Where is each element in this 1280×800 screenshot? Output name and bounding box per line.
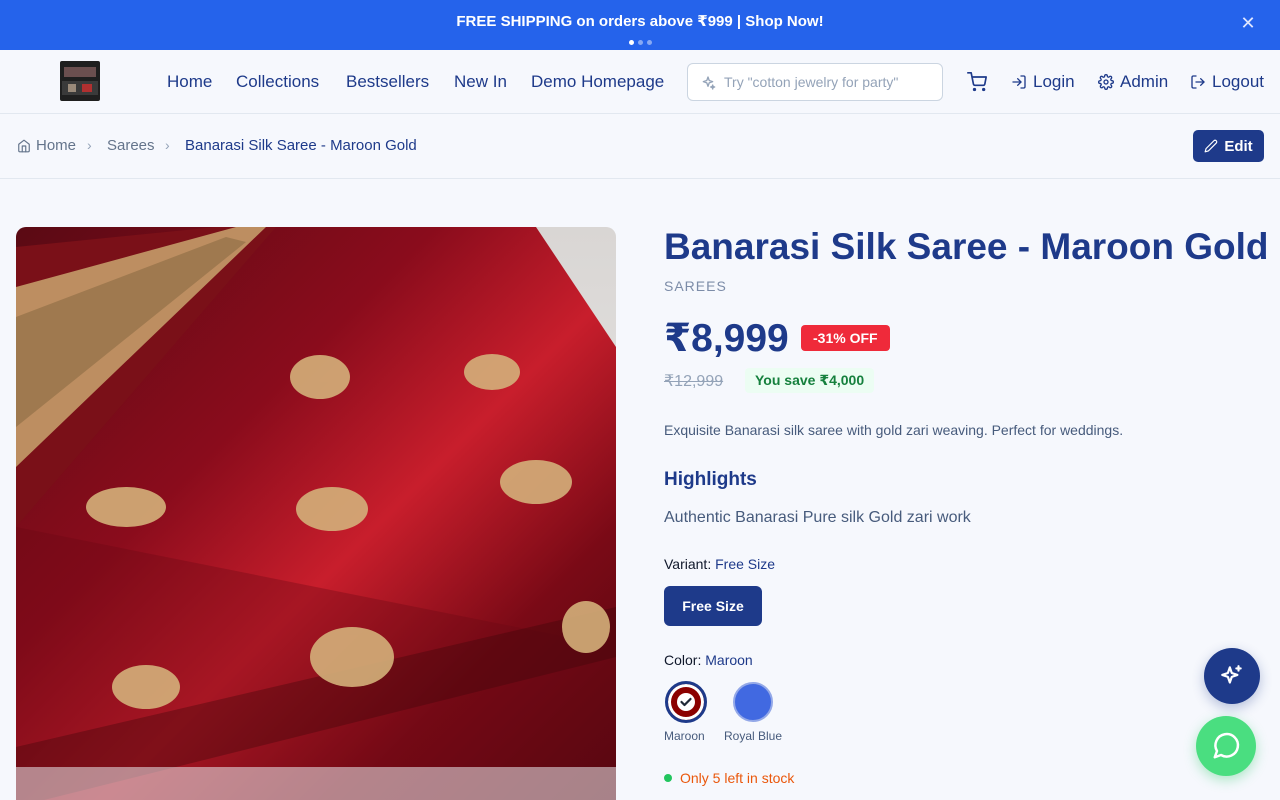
check-icon bbox=[677, 693, 695, 711]
savings-badge: You save ₹4,000 bbox=[745, 368, 875, 393]
promo-dot[interactable] bbox=[646, 40, 652, 45]
store-logo[interactable] bbox=[60, 61, 100, 101]
color-name-royal-blue: Royal Blue bbox=[724, 729, 783, 743]
variant-label-text: Variant: bbox=[664, 556, 712, 572]
promo-dot[interactable] bbox=[628, 40, 634, 45]
chevron-right-icon: › bbox=[165, 137, 170, 153]
stock-dot bbox=[664, 774, 672, 782]
chevron-right-icon: › bbox=[87, 137, 92, 153]
navbar: Home Collections Bestsellers New In Demo… bbox=[0, 50, 1280, 114]
logout-button[interactable]: Logout bbox=[1190, 72, 1264, 92]
color-label: Color: Maroon bbox=[664, 652, 753, 668]
login-button[interactable]: Login bbox=[1011, 72, 1075, 92]
gear-icon bbox=[1098, 74, 1114, 90]
color-selected: Maroon bbox=[705, 652, 753, 668]
ai-assistant-button[interactable] bbox=[1204, 648, 1260, 704]
close-icon[interactable]: ✕ bbox=[1236, 11, 1260, 35]
search-box bbox=[687, 63, 943, 101]
stock-text: Only 5 left in stock bbox=[680, 770, 795, 786]
product-price: ₹8,999 bbox=[664, 317, 789, 360]
edit-button[interactable]: Edit bbox=[1193, 130, 1264, 162]
pencil-icon bbox=[1204, 139, 1218, 153]
nav-link-new-in[interactable]: New In bbox=[454, 72, 507, 92]
breadcrumb-current: Banarasi Silk Saree - Maroon Gold bbox=[185, 137, 417, 154]
variant-selected: Free Size bbox=[715, 556, 776, 572]
admin-label: Admin bbox=[1120, 72, 1169, 91]
stock-status: Only 5 left in stock bbox=[664, 770, 794, 786]
breadcrumb-home[interactable]: Home bbox=[36, 137, 76, 154]
promo-slide-dots bbox=[0, 40, 1280, 45]
promo-dot[interactable] bbox=[637, 40, 643, 45]
color-swatch-maroon[interactable] bbox=[665, 681, 707, 723]
highlights-heading: Highlights bbox=[664, 469, 757, 490]
sparkle-icon bbox=[1221, 665, 1242, 684]
cart-icon[interactable] bbox=[966, 72, 988, 97]
variant-label: Variant: Free Size bbox=[664, 556, 775, 572]
login-label: Login bbox=[1033, 72, 1075, 91]
nav-link-home[interactable]: Home bbox=[167, 72, 212, 92]
discount-badge: -31% OFF bbox=[801, 325, 890, 351]
color-label-text: Color: bbox=[664, 652, 702, 668]
chat-button[interactable] bbox=[1196, 716, 1256, 776]
variant-option-free-size[interactable]: Free Size bbox=[664, 586, 762, 626]
login-icon bbox=[1012, 75, 1026, 89]
color-name-maroon: Maroon bbox=[664, 729, 705, 743]
nav-link-demo-homepage[interactable]: Demo Homepage bbox=[531, 72, 664, 92]
product-category[interactable]: SAREES bbox=[664, 278, 727, 294]
product-title: Banarasi Silk Saree - Maroon Gold bbox=[664, 226, 1269, 267]
breadcrumb: Home › Sarees › Banarasi Silk Saree - Ma… bbox=[0, 115, 1280, 179]
nav-link-bestsellers[interactable]: Bestsellers bbox=[346, 72, 429, 92]
home-icon bbox=[18, 139, 30, 153]
highlights-text: Authentic Banarasi Pure silk Gold zari w… bbox=[664, 509, 971, 526]
product-description: Exquisite Banarasi silk saree with gold … bbox=[664, 422, 1124, 438]
promo-bar: FREE SHIPPING on orders above ₹999 | Sho… bbox=[0, 0, 1280, 50]
product-image[interactable] bbox=[16, 227, 616, 800]
search-input[interactable] bbox=[724, 64, 934, 100]
breadcrumb-sarees[interactable]: Sarees bbox=[107, 137, 155, 154]
promo-text[interactable]: FREE SHIPPING on orders above ₹999 | Sho… bbox=[0, 12, 1280, 30]
admin-button[interactable]: Admin bbox=[1098, 72, 1168, 92]
chat-icon bbox=[1213, 732, 1240, 759]
logout-icon bbox=[1191, 75, 1205, 89]
saree-photo bbox=[16, 227, 616, 800]
edit-label: Edit bbox=[1224, 137, 1253, 155]
original-price: ₹12,999 bbox=[664, 373, 724, 390]
color-swatch-royal-blue[interactable] bbox=[733, 682, 773, 722]
nav-link-collections[interactable]: Collections bbox=[236, 72, 319, 92]
sparkle-icon bbox=[702, 76, 716, 90]
logout-label: Logout bbox=[1212, 72, 1264, 91]
